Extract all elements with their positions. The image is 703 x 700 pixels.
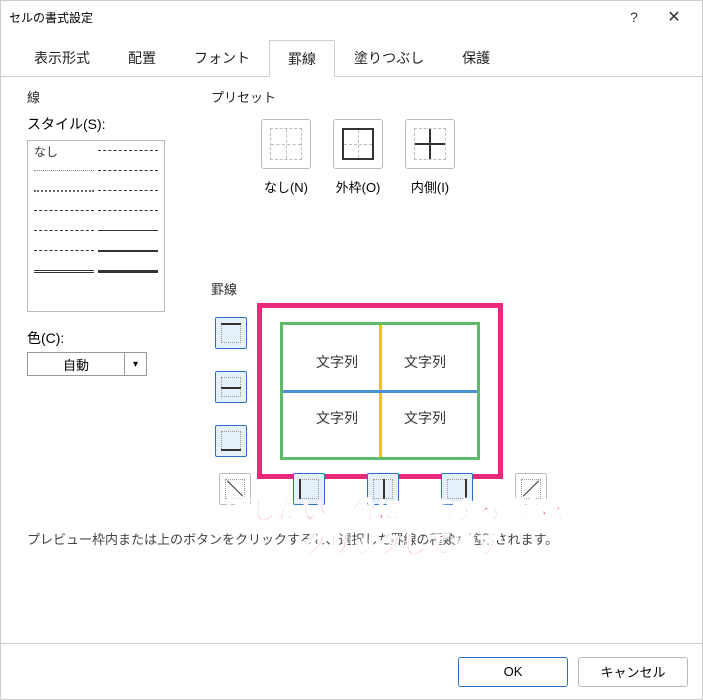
line-color-label: 色(C): [27, 328, 187, 348]
dialog-footer: OK キャンセル [1, 643, 702, 699]
style-thin-dash[interactable] [98, 147, 158, 153]
tab-border[interactable]: 罫線 [269, 40, 335, 77]
line-group: 線 スタイル(S): なし [27, 87, 187, 376]
window-title: セルの書式設定 [9, 9, 614, 26]
preset-inside-icon [414, 128, 446, 160]
style-med-dash-dot[interactable] [98, 187, 158, 193]
preset-none-icon [270, 128, 302, 160]
line-color-select[interactable]: 自動 ▾ [27, 352, 187, 376]
tab-number-format[interactable]: 表示形式 [15, 39, 109, 76]
border-group-label: 罫線 [211, 279, 237, 299]
preset-none-label: なし(N) [264, 177, 308, 196]
style-dashed[interactable] [34, 207, 94, 213]
border-preview[interactable]: 文字列 文字列 文字列 文字列 [280, 322, 480, 460]
preset-group-label: プリセット [211, 90, 276, 105]
preset-none-button[interactable] [261, 119, 311, 169]
preset-inside-label: 内側(I) [411, 177, 449, 196]
style-med-dash[interactable] [98, 207, 158, 213]
cancel-button[interactable]: キャンセル [578, 657, 688, 687]
style-med-dash-dot-dot[interactable] [98, 167, 158, 173]
style-dash-dot-dot[interactable] [34, 247, 94, 253]
preset-inside-button[interactable] [405, 119, 455, 169]
border-bottom-icon [221, 431, 241, 451]
line-color-value: 自動 [27, 352, 125, 376]
border-horizontal-middle-button[interactable] [215, 371, 247, 403]
preview-cell-2: 文字列 [404, 352, 446, 372]
format-cells-dialog: セルの書式設定 ? ✕ 表示形式 配置 フォント 罫線 塗りつぶし 保護 線 ス… [0, 0, 703, 700]
close-button[interactable]: ✕ [654, 3, 694, 31]
style-dash-dot[interactable] [34, 227, 94, 233]
line-group-label: 線 [27, 87, 187, 106]
border-preview-highlight: 文字列 文字列 文字列 文字列 [257, 303, 503, 479]
border-top-button[interactable] [215, 317, 247, 349]
style-medium[interactable] [98, 247, 158, 253]
help-button[interactable]: ? [614, 3, 654, 31]
ok-button[interactable]: OK [458, 657, 568, 687]
border-top-icon [221, 323, 241, 343]
tab-font[interactable]: フォント [175, 39, 269, 76]
style-double[interactable] [34, 267, 94, 273]
preset-outline-label: 外枠(O) [336, 177, 381, 196]
tab-strip: 表示形式 配置 フォント 罫線 塗りつぶし 保護 [1, 33, 702, 77]
line-style-list[interactable]: なし [27, 140, 165, 312]
style-none[interactable]: なし [34, 147, 94, 153]
style-fine-dotted[interactable] [34, 167, 94, 173]
preview-horizontal-divider[interactable] [283, 390, 477, 393]
tab-fill[interactable]: 塗りつぶし [335, 39, 443, 76]
titlebar: セルの書式設定 ? ✕ [1, 1, 702, 33]
chevron-down-icon[interactable]: ▾ [125, 352, 147, 376]
preview-cell-1: 文字列 [316, 352, 358, 372]
preview-cell-3: 文字列 [316, 408, 358, 428]
preset-outline-icon [342, 128, 374, 160]
preview-grid [280, 322, 480, 460]
style-thin[interactable] [98, 227, 158, 233]
tab-protection[interactable]: 保護 [443, 39, 509, 76]
tab-alignment[interactable]: 配置 [109, 39, 175, 76]
preset-outline-button[interactable] [333, 119, 383, 169]
style-thick[interactable] [98, 267, 158, 273]
border-bottom-button[interactable] [215, 425, 247, 457]
border-hmid-icon [221, 377, 241, 397]
annotation-overlay: 消したい部分に対応する罫線を クリックして消す [141, 495, 662, 563]
dialog-body: 線 スタイル(S): なし [1, 77, 702, 105]
style-dotted[interactable] [34, 187, 94, 193]
preview-cell-4: 文字列 [404, 408, 446, 428]
line-style-label: スタイル(S): [27, 114, 187, 134]
preset-group: プリセット なし(N) 外枠(O) 内側(I) [211, 87, 455, 196]
